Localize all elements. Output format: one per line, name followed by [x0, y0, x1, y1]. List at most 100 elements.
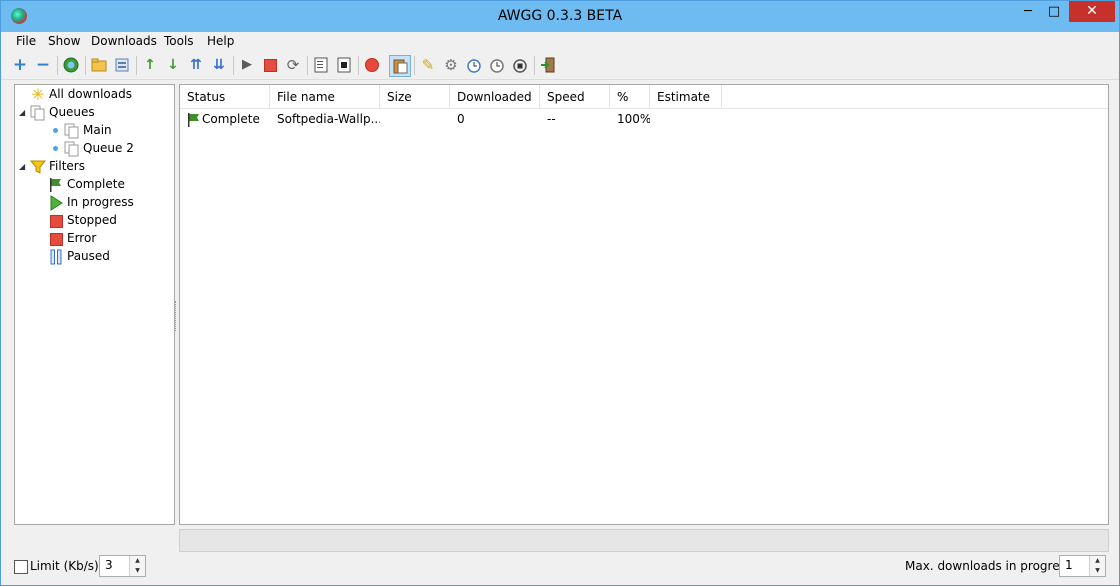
record-icon[interactable] [364, 57, 380, 73]
tree-item-label: In progress [67, 195, 134, 209]
tree-item-label: Paused [67, 249, 110, 263]
limit-checkbox[interactable] [14, 560, 28, 574]
play-icon [48, 194, 64, 211]
collapse-queues-icon[interactable]: ◢ [19, 108, 25, 117]
cell-percent: 100% [617, 112, 650, 126]
category-tree[interactable]: ✳ All downloads ◢ Queues Main Queue 2 ◢ F… [14, 84, 175, 525]
toolbar-separator [233, 56, 234, 75]
toolbar-separator [57, 56, 58, 75]
progress-panel [179, 529, 1109, 552]
spinner-down-icon[interactable]: ▼ [1090, 566, 1105, 576]
move-top-icon[interactable]: ⇈ [188, 57, 204, 73]
cell-status: Complete [180, 109, 270, 129]
menu-tools[interactable]: Tools [164, 34, 194, 48]
cell-downloaded: 0 [457, 112, 465, 126]
stop-queue-icon[interactable] [336, 57, 352, 73]
add-icon[interactable]: + [12, 57, 28, 74]
column-header-percent[interactable]: % [610, 85, 650, 108]
limit-value[interactable]: 3 [105, 558, 113, 572]
tree-item-queue-main[interactable]: Main [64, 121, 112, 139]
clipboard-icon[interactable] [389, 55, 411, 77]
limit-spinner[interactable]: 3 ▲ ▼ [99, 555, 146, 577]
app-window: AWGG 0.3.3 BETA ─ □ ✕ File Show Download… [0, 0, 1120, 586]
queue-icon [64, 141, 80, 157]
menu-show[interactable]: Show [48, 34, 80, 48]
exit-icon[interactable] [540, 57, 556, 73]
max-downloads-label: Max. downloads in progress: [905, 559, 1077, 573]
start-queue-icon[interactable] [313, 57, 329, 73]
flag-icon [186, 112, 202, 128]
tree-item-all-downloads[interactable]: ✳ All downloads [30, 85, 132, 103]
cell-size [380, 109, 450, 129]
star-icon: ✳ [31, 84, 45, 104]
menu-downloads[interactable]: Downloads [91, 34, 157, 48]
minimize-button[interactable]: ─ [1017, 1, 1039, 22]
column-header-estimate[interactable]: Estimate [650, 85, 722, 108]
column-header-file-name[interactable]: File name [270, 85, 380, 108]
toolbar-separator [307, 56, 308, 75]
cell-file-name: Softpedia-Wallp... [277, 112, 380, 126]
folder-icon[interactable] [91, 57, 107, 73]
globe-icon[interactable] [63, 57, 79, 73]
menu-help[interactable]: Help [207, 34, 234, 48]
tree-item-label: Complete [67, 177, 125, 191]
tree-item-label: Queue 2 [83, 141, 134, 155]
clear-icon[interactable]: ✎ [420, 57, 436, 73]
cell-speed: -- [547, 112, 556, 126]
tree-item-label: Queues [49, 105, 95, 119]
bullet-icon [53, 146, 58, 151]
spinner-buttons: ▲ ▼ [129, 556, 145, 576]
toolbar-separator [136, 56, 137, 75]
stop-icon[interactable] [262, 57, 278, 73]
settings-icon[interactable]: ⚙ [443, 57, 459, 73]
toolbar-separator [358, 56, 359, 75]
queues-icon [30, 105, 46, 121]
bullet-icon [53, 128, 58, 133]
tree-item-queues[interactable]: Queues [30, 103, 95, 121]
menu-file[interactable]: File [16, 34, 36, 48]
tree-item-label: Error [67, 231, 97, 245]
remove-icon[interactable]: − [35, 57, 51, 74]
column-header-size[interactable]: Size [380, 85, 450, 108]
tree-item-filter-complete[interactable]: Complete [48, 175, 125, 193]
toolbar-separator [85, 56, 86, 75]
title-bar[interactable]: AWGG 0.3.3 BETA ─ □ ✕ [1, 1, 1119, 32]
error-icon [48, 231, 64, 247]
cell-estimate [650, 109, 722, 129]
tree-item-queue-2[interactable]: Queue 2 [64, 139, 134, 157]
flag-icon [48, 177, 64, 193]
window-title: AWGG 0.3.3 BETA [497, 8, 623, 24]
downloads-grid[interactable]: SOFTPEDIA Status File name Size Download… [179, 84, 1109, 525]
menu-bar: File Show Downloads Tools Help [1, 32, 1119, 52]
scheduler-icon[interactable] [466, 57, 482, 73]
status-bar: Limit (Kb/s): 3 ▲ ▼ Max. downloads in pr… [1, 554, 1119, 584]
column-header-status[interactable]: Status [180, 85, 270, 108]
tree-item-filters[interactable]: Filters [29, 157, 85, 175]
timer-stop-icon[interactable] [512, 57, 528, 73]
folder-open-icon[interactable] [114, 57, 130, 73]
limit-label: Limit (Kb/s): [30, 559, 103, 573]
max-downloads-spinner[interactable]: 1 ▲ ▼ [1059, 555, 1106, 577]
max-downloads-value[interactable]: 1 [1065, 558, 1073, 572]
maximize-button[interactable]: □ [1043, 1, 1065, 22]
tree-item-filter-error[interactable]: Error [48, 229, 96, 247]
column-header-downloaded[interactable]: Downloaded [450, 85, 540, 108]
filter-icon [29, 159, 47, 175]
move-up-icon[interactable]: ↑ [142, 57, 158, 73]
tree-item-label: All downloads [49, 87, 132, 101]
collapse-filters-icon[interactable]: ◢ [19, 162, 25, 171]
restart-icon[interactable]: ⟳ [285, 57, 301, 73]
stop-icon [48, 213, 64, 229]
toolbar-separator [414, 56, 415, 75]
start-icon[interactable]: ▶ [239, 57, 255, 73]
spinner-down-icon[interactable]: ▼ [130, 566, 145, 576]
close-button[interactable]: ✕ [1069, 1, 1115, 22]
tree-item-filter-stopped[interactable]: Stopped [48, 211, 117, 229]
tree-item-filter-in-progress[interactable]: In progress [48, 193, 134, 211]
move-bottom-icon[interactable]: ⇊ [211, 57, 227, 73]
move-down-icon[interactable]: ↓ [165, 57, 181, 73]
timer-icon[interactable] [489, 57, 505, 73]
tree-item-filter-paused[interactable]: Paused [48, 247, 110, 265]
column-header-speed[interactable]: Speed [540, 85, 610, 108]
toolbar-separator [534, 56, 535, 75]
